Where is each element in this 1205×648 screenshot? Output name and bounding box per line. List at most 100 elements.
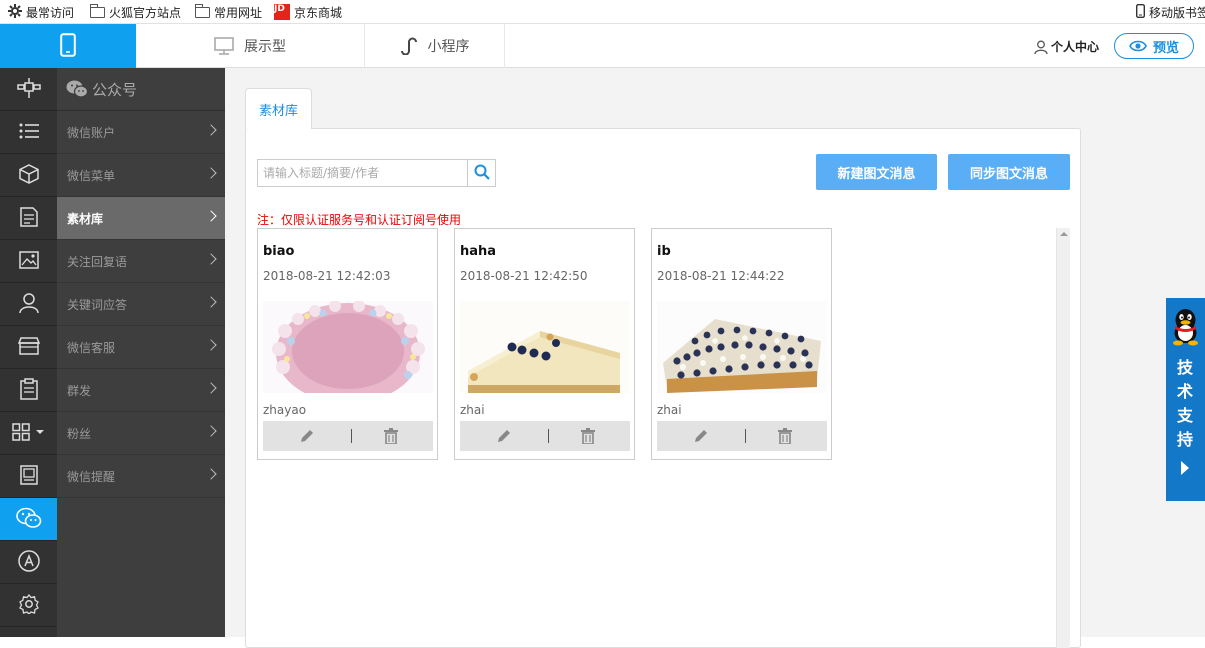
tab-label: 展示型	[244, 39, 286, 55]
sidebar-item-wechat-reminder[interactable]: 微信提醒	[57, 455, 225, 498]
rail-item-wechat[interactable]	[0, 498, 57, 541]
article-date: 2018-08-21 12:42:03	[263, 269, 391, 283]
user-center-label: 个人中心	[1051, 40, 1100, 54]
article-actions	[460, 421, 630, 451]
tab-mobile[interactable]	[0, 24, 136, 68]
edit-icon[interactable]	[496, 428, 512, 447]
rail-item-appstore[interactable]	[0, 541, 57, 584]
sync-article-button[interactable]: 同步图文消息	[948, 154, 1070, 190]
rail-item-order[interactable]	[0, 369, 57, 412]
chevron-right-icon	[205, 167, 217, 179]
sidebar-item-keyword-reply[interactable]: 关键词应答	[57, 283, 225, 326]
tech-support-tab[interactable]: 技术支持	[1166, 298, 1205, 501]
trash-icon[interactable]	[384, 428, 398, 447]
divider	[351, 429, 352, 443]
rail-item-list[interactable]	[0, 111, 57, 154]
folder-icon	[195, 3, 210, 18]
rail-item-poster[interactable]	[0, 455, 57, 498]
sidebar-item-label: 微信账户	[67, 125, 116, 140]
cube-icon	[18, 163, 39, 187]
chevron-right-icon	[205, 339, 217, 351]
appstore-icon	[17, 549, 40, 575]
trash-icon[interactable]	[581, 428, 595, 447]
article-author: zhai	[460, 403, 485, 417]
rail-item-gallery[interactable]	[0, 240, 57, 283]
new-article-button[interactable]: 新建图文消息	[816, 154, 937, 190]
user-icon	[18, 292, 39, 316]
jd-logo-icon: JD	[274, 4, 290, 20]
sidebar-title: 公众号	[92, 80, 138, 99]
icon-rail	[0, 68, 57, 637]
bookmark-label: 最常访问	[26, 5, 75, 20]
search-button[interactable]	[467, 160, 495, 186]
rail-item-article[interactable]	[0, 197, 57, 240]
sidebar-item-wechat-account[interactable]: 微信账户	[57, 111, 225, 154]
monitor-icon	[214, 37, 234, 55]
sidebar-item-label: 群发	[67, 383, 92, 398]
chevron-right-icon	[205, 210, 217, 222]
bookmark-label: 火狐官方站点	[109, 5, 182, 20]
sidebar-item-label: 微信客服	[67, 340, 116, 355]
scroll-up-arrow-icon[interactable]	[1060, 232, 1068, 236]
sidebar-item-label: 关注回复语	[67, 254, 128, 269]
list-icon	[19, 123, 39, 142]
article-title: haha	[460, 244, 497, 259]
sidebar-item-label: 素材库	[67, 211, 104, 226]
eye-icon	[1129, 40, 1147, 52]
bookmark-mobile[interactable]: 移动版书签	[1135, 3, 1205, 21]
rail-item-apps[interactable]	[0, 412, 57, 455]
divider	[548, 429, 549, 443]
clipboard-icon	[19, 377, 38, 403]
article-card[interactable]: haha 2018-08-21 12:42:50 zhai	[454, 228, 635, 460]
qq-penguin-icon	[1169, 306, 1202, 349]
rail-item-site[interactable]	[0, 68, 57, 111]
sidebar-item-mass-send[interactable]: 群发	[57, 369, 225, 412]
sidebar: 公众号 微信账户 微信菜单 素材库 关注回复语 关键词应答 微信客服 群发 粉丝…	[57, 68, 225, 637]
chevron-right-icon	[205, 124, 217, 136]
preview-button[interactable]: 预览	[1114, 33, 1194, 59]
bookmark-most-visited[interactable]: 最常访问	[8, 3, 74, 21]
article-card[interactable]: ib 2018-08-21 12:44:22 zhai	[651, 228, 832, 460]
trash-icon[interactable]	[778, 428, 792, 447]
document-icon	[19, 206, 38, 230]
user-center-link[interactable]: 个人中心	[1034, 38, 1099, 55]
sidebar-header: 公众号	[57, 68, 225, 111]
edit-icon[interactable]	[299, 428, 315, 447]
bookmark-firefox-site[interactable]: 火狐官方站点	[90, 3, 181, 21]
mini-program-icon	[400, 37, 418, 55]
scrollbar[interactable]	[1056, 228, 1070, 648]
wechat-icon	[15, 507, 42, 532]
satellite-icon	[16, 77, 41, 102]
bookmark-jd[interactable]: JD 京东商城	[274, 3, 342, 21]
article-title: ib	[657, 244, 671, 259]
wechat-icon	[66, 80, 88, 98]
tab-display[interactable]: 展示型	[136, 24, 365, 68]
sidebar-item-wechat-menu[interactable]: 微信菜单	[57, 154, 225, 197]
tab-material-library[interactable]: 素材库	[245, 88, 312, 129]
sidebar-item-customer-service[interactable]: 微信客服	[57, 326, 225, 369]
chevron-right-icon	[205, 296, 217, 308]
bookmark-label: 京东商城	[294, 5, 343, 20]
article-author: zhai	[657, 403, 682, 417]
article-actions	[657, 421, 827, 451]
article-card[interactable]: biao 2018-08-21 12:42:03 zhayao	[257, 228, 438, 460]
sidebar-item-material-library[interactable]: 素材库	[57, 197, 225, 240]
pink-cake-photo	[263, 301, 433, 393]
rail-item-shop[interactable]	[0, 326, 57, 369]
top-nav: 展示型 小程序 个人中心 预览	[0, 24, 1205, 68]
rail-item-settings[interactable]	[0, 584, 57, 627]
edit-icon[interactable]	[693, 428, 709, 447]
search-input[interactable]	[258, 160, 468, 186]
tab-mini-program[interactable]: 小程序	[365, 24, 505, 68]
article-date: 2018-08-21 12:42:50	[460, 269, 588, 283]
rail-item-product[interactable]	[0, 154, 57, 197]
rail-item-member[interactable]	[0, 283, 57, 326]
sidebar-item-follow-reply[interactable]: 关注回复语	[57, 240, 225, 283]
search-icon	[474, 164, 490, 183]
chevron-right-icon	[205, 425, 217, 437]
material-panel: 新建图文消息 同步图文消息 注：仅限认证服务号和认证订阅号使用 biao 201…	[245, 128, 1081, 648]
bookmark-label: 移动版书签	[1149, 5, 1205, 20]
bookmark-common-sites[interactable]: 常用网址	[195, 3, 262, 21]
sidebar-item-fans[interactable]: 粉丝	[57, 412, 225, 455]
usage-note: 注：仅限认证服务号和认证订阅号使用	[257, 213, 462, 227]
